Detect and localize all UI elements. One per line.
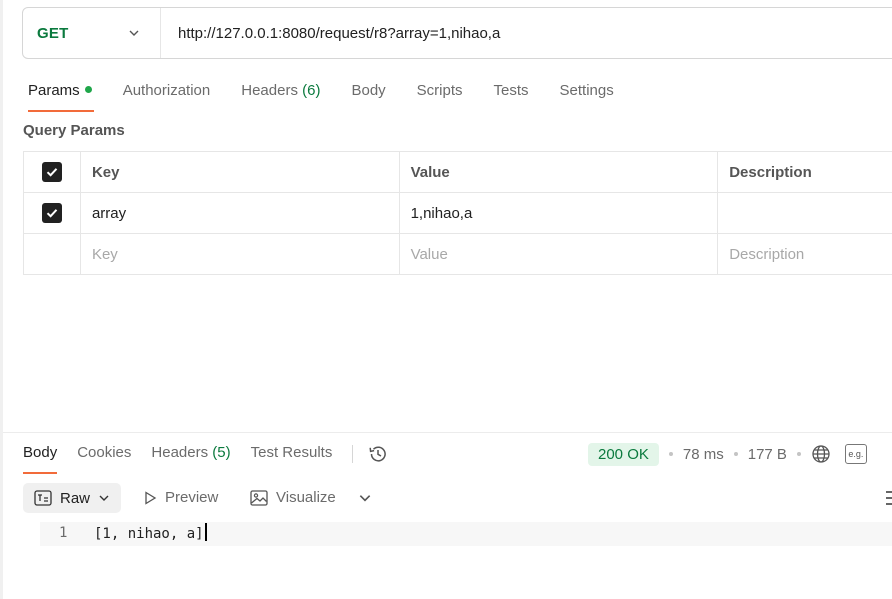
tab-params[interactable]: Params [28,80,94,112]
url-bar: GET http://127.0.0.1:8080/request/r8?arr… [22,7,892,59]
response-time[interactable]: 78 ms [683,446,724,463]
text-caret [204,523,207,541]
pane-divider[interactable] [3,432,892,433]
empty-check-cell [24,234,81,274]
table-row-empty: Key Value Description [24,234,892,275]
line-number: 1 [59,525,68,541]
request-tabs: Params Authorization Headers (6) Body Sc… [28,80,645,112]
response-meta: 200 OK 78 ms 177 B e.g. [588,441,867,467]
left-panel-edge [0,0,3,599]
column-header-value: Value [400,152,719,192]
query-params-title: Query Params [23,122,125,139]
tab-authorization[interactable]: Authorization [123,80,211,112]
tab-headers-label: Headers [241,82,298,99]
chevron-down-icon [129,30,139,36]
headers-count: (6) [302,82,321,99]
tab-headers[interactable]: Headers (6) [241,80,320,112]
visualize-label: Visualize [276,489,336,506]
tab-tests[interactable]: Tests [494,80,529,112]
url-input[interactable]: http://127.0.0.1:8080/request/r8?array=1… [161,25,500,42]
response-tabs: Body Cookies Headers (5) Test Results [23,442,389,474]
param-value-cell[interactable]: 1,nihao,a [400,193,719,233]
visualize-button[interactable]: Visualize [250,489,336,506]
method-select[interactable]: GET [23,8,161,58]
select-all-checkbox[interactable] [41,162,62,182]
row-check-cell [24,193,81,233]
tab-scripts[interactable]: Scripts [417,80,463,112]
meta-dot [668,452,673,456]
globe-icon[interactable] [811,444,831,464]
check-icon [46,209,58,218]
column-header-description: Description [729,163,812,181]
check-icon [46,168,58,177]
tab-test-results[interactable]: Test Results [251,442,333,474]
tab-cookies[interactable]: Cookies [77,442,131,474]
params-header-row: Key Value Description [24,152,892,193]
new-description-input[interactable]: Description [718,234,892,274]
play-icon [145,490,157,505]
format-raw-label: Raw [60,489,91,507]
tab-params-label: Params [28,82,80,99]
params-active-dot [84,85,92,93]
code-text: [1, nihao, a] [94,526,204,542]
response-headers-count: (5) [212,444,231,461]
chevron-down-icon [99,495,109,501]
example-icon[interactable]: e.g. [844,444,867,464]
tab-response-body[interactable]: Body [23,442,58,474]
column-header-key: Key [81,152,400,192]
tab-response-headers-label: Headers [151,444,209,461]
format-raw-button[interactable]: Raw [23,483,121,513]
preview-label: Preview [165,489,219,506]
chevron-down-icon[interactable] [358,491,372,505]
tab-settings[interactable]: Settings [560,80,614,112]
method-label: GET [37,24,69,42]
param-key-cell[interactable]: array [81,193,400,233]
meta-dot [796,452,801,456]
preview-button[interactable]: Preview [143,489,218,506]
select-all-cell [24,152,81,192]
response-body-editor[interactable]: [1, nihao, a] [94,523,207,543]
tabs-separator [352,445,354,463]
response-size[interactable]: 177 B [748,446,787,463]
menu-icon[interactable] [884,486,892,510]
status-badge[interactable]: 200 OK [588,442,659,466]
params-table: Key Value Description array 1,nihao,a Ke… [23,151,892,275]
history-icon[interactable] [367,443,389,465]
param-description-cell[interactable] [718,193,892,233]
tab-body[interactable]: Body [351,80,385,112]
row-checkbox[interactable] [41,203,62,223]
meta-dot [733,452,738,456]
table-row: array 1,nihao,a [24,193,892,234]
new-key-input[interactable]: Key [81,234,400,274]
image-icon [250,489,268,506]
new-value-input[interactable]: Value [400,234,719,274]
raw-format-icon [34,490,52,506]
tab-response-headers[interactable]: Headers (5) [151,442,230,474]
